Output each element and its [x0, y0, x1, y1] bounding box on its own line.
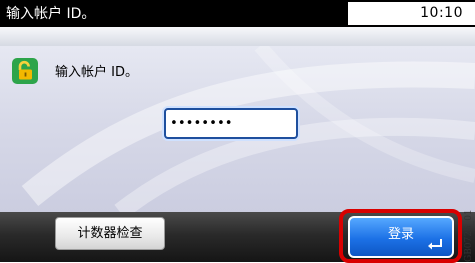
clock-panel: 10:10	[348, 2, 475, 25]
account-id-prompt: 输入帐户 ID。	[55, 65, 138, 80]
screen-title: 输入帐户 ID。	[6, 6, 96, 22]
figure-id: GB0725_01	[464, 209, 474, 262]
account-id-field[interactable]	[164, 108, 298, 139]
title-bar: 输入帐户 ID。 10:10	[0, 0, 475, 27]
login-button[interactable]: 登录	[348, 216, 454, 258]
header-strip	[0, 27, 475, 46]
enter-icon	[428, 239, 442, 250]
unlock-icon	[12, 58, 38, 84]
main-panel: 输入帐户 ID。	[0, 46, 475, 212]
clock-time: 10:10	[420, 5, 463, 21]
counter-check-button[interactable]: 计数器检查	[55, 217, 165, 250]
